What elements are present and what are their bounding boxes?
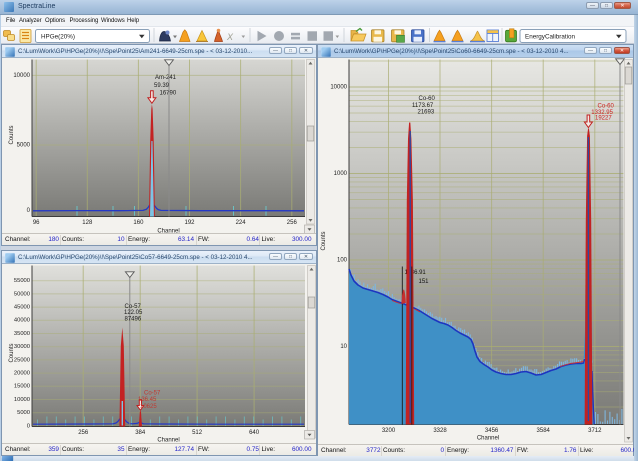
svg-text:20000: 20000 — [14, 371, 30, 377]
svg-text:10000: 10000 — [330, 84, 347, 90]
svg-text:Channel: Channel — [477, 436, 499, 442]
svg-text:15000: 15000 — [14, 384, 30, 390]
svg-text:Counts: Counts — [9, 125, 15, 144]
svg-text:128: 128 — [82, 220, 93, 226]
svg-text:10000: 10000 — [13, 73, 30, 79]
svg-text:5000: 5000 — [17, 142, 31, 148]
svg-text:19227: 19227 — [595, 116, 612, 122]
svg-text:Counts: Counts — [321, 231, 327, 250]
svg-text:50000: 50000 — [14, 291, 30, 297]
svg-text:5000: 5000 — [17, 410, 30, 416]
svg-text:0: 0 — [27, 423, 30, 429]
svg-text:Co-60: Co-60 — [598, 104, 615, 110]
svg-text:16790: 16790 — [160, 91, 177, 97]
svg-text:3328: 3328 — [433, 428, 447, 434]
svg-text:160: 160 — [133, 220, 144, 226]
svg-text:3456: 3456 — [485, 428, 499, 434]
svg-text:100: 100 — [337, 257, 348, 263]
svg-text:HPGe(20%): HPGe(20%) — [41, 33, 75, 40]
svg-text:25000: 25000 — [14, 357, 30, 363]
svg-text:1173.67: 1173.67 — [412, 103, 434, 109]
svg-text:256: 256 — [287, 220, 298, 226]
svg-text:640: 640 — [249, 430, 260, 436]
svg-text:122.05: 122.05 — [124, 310, 143, 316]
svg-text:192: 192 — [184, 220, 195, 226]
svg-text:Co-57: Co-57 — [125, 304, 142, 310]
svg-text:21693: 21693 — [418, 110, 435, 116]
svg-text:0: 0 — [27, 208, 31, 214]
svg-text:10000: 10000 — [14, 397, 30, 403]
svg-text:55000: 55000 — [14, 278, 30, 284]
svg-text:224: 224 — [236, 220, 247, 226]
svg-text:512: 512 — [192, 430, 203, 436]
svg-text:10: 10 — [340, 344, 347, 350]
svg-text:EnergyCalibration: EnergyCalibration — [525, 33, 576, 40]
svg-text:3712: 3712 — [588, 428, 602, 434]
svg-text:59.39: 59.39 — [154, 83, 170, 89]
svg-text:30000: 30000 — [14, 344, 30, 350]
svg-text:1000: 1000 — [334, 171, 348, 177]
svg-text:136.45: 136.45 — [138, 397, 157, 403]
svg-text:3584: 3584 — [537, 428, 551, 434]
svg-text:3200: 3200 — [382, 428, 396, 434]
svg-text:Co-57: Co-57 — [144, 390, 161, 396]
svg-text:35000: 35000 — [14, 331, 30, 337]
svg-text:40000: 40000 — [14, 318, 30, 324]
svg-text:45000: 45000 — [14, 305, 30, 311]
svg-text:Counts: Counts — [9, 343, 15, 362]
svg-text:256: 256 — [78, 430, 89, 436]
svg-text:Χ: Χ — [226, 32, 234, 42]
svg-text:96: 96 — [33, 220, 40, 226]
svg-text:384: 384 — [135, 430, 146, 436]
svg-text:10625: 10625 — [140, 404, 157, 410]
svg-text:Co-60: Co-60 — [419, 96, 436, 102]
svg-text:87496: 87496 — [125, 316, 142, 322]
svg-text:Am-241: Am-241 — [155, 75, 177, 81]
svg-text:151: 151 — [419, 279, 430, 285]
